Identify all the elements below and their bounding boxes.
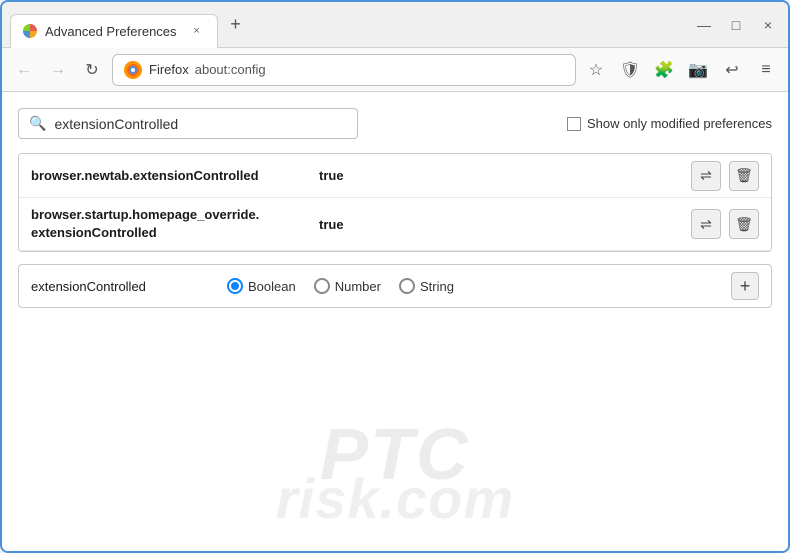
new-pref-name: extensionControlled (31, 279, 211, 294)
show-modified-option[interactable]: Show only modified preferences (567, 116, 772, 131)
site-name: Firefox (149, 62, 189, 77)
radio-string-label: String (420, 279, 454, 294)
firefox-logo-icon (123, 60, 143, 80)
pref-value-2: true (319, 217, 344, 232)
address-bar[interactable]: Firefox about:config (112, 54, 576, 86)
shield-icon[interactable]: 🛡 (616, 56, 644, 84)
minimize-button[interactable]: — (692, 13, 716, 37)
radio-number[interactable]: Number (314, 278, 381, 294)
pref-actions-2: ⇌ 🗑 (691, 209, 759, 239)
radio-number-label: Number (335, 279, 381, 294)
swap-button-2[interactable]: ⇌ (691, 209, 721, 239)
table-row: browser.newtab.extensionControlled true … (19, 154, 771, 198)
search-input[interactable] (54, 116, 347, 132)
nav-bar: ← → ↻ Firefox about:config ☆ 🛡 🧩 📷 ↩ ≡ (2, 48, 788, 92)
window-controls: — □ × (692, 13, 780, 37)
trash-icon-1: 🗑 (735, 167, 753, 184)
pref-name-2: browser.startup.homepage_override. exten… (31, 206, 311, 242)
type-radio-group: Boolean Number String (227, 278, 454, 294)
new-tab-button[interactable]: + (222, 11, 250, 39)
preferences-table: browser.newtab.extensionControlled true … (18, 153, 772, 252)
browser-window: Advanced Preferences × + — □ × ← → ↻ Fir… (0, 0, 790, 553)
url-display: about:config (195, 62, 266, 77)
radio-boolean-inner (231, 282, 239, 290)
search-container: 🔍 Show only modified preferences (18, 108, 772, 139)
close-button[interactable]: × (756, 13, 780, 37)
page-content: PTC risk.com 🔍 Show only modified prefer… (2, 92, 788, 551)
pref-value-1: true (319, 168, 344, 183)
refresh-button[interactable]: ↻ (78, 56, 106, 84)
forward-button[interactable]: → (44, 56, 72, 84)
extension-icon[interactable]: 🧩 (650, 56, 678, 84)
bookmark-icon[interactable]: ☆ (582, 56, 610, 84)
search-icon: 🔍 (29, 115, 46, 132)
pref-actions-1: ⇌ 🗑 (691, 161, 759, 191)
search-box[interactable]: 🔍 (18, 108, 358, 139)
pref-name-2-line1: browser.startup.homepage_override. (31, 207, 259, 222)
delete-button-2[interactable]: 🗑 (729, 209, 759, 239)
nav-icons-group: ☆ 🛡 🧩 📷 ↩ ≡ (582, 56, 780, 84)
pref-name-1: browser.newtab.extensionControlled (31, 168, 311, 183)
show-modified-label: Show only modified preferences (587, 116, 772, 131)
tab-title: Advanced Preferences (45, 24, 177, 39)
radio-boolean[interactable]: Boolean (227, 278, 296, 294)
trash-icon-2: 🗑 (735, 216, 753, 233)
add-preference-button[interactable]: + (731, 272, 759, 300)
swap-button-1[interactable]: ⇌ (691, 161, 721, 191)
radio-string-outer (399, 278, 415, 294)
menu-icon[interactable]: ≡ (752, 56, 780, 84)
radio-boolean-outer (227, 278, 243, 294)
title-bar: Advanced Preferences × + — □ × (2, 2, 788, 48)
table-row: browser.startup.homepage_override. exten… (19, 198, 771, 251)
radio-boolean-label: Boolean (248, 279, 296, 294)
tab-favicon (23, 24, 37, 38)
radio-number-outer (314, 278, 330, 294)
show-modified-checkbox[interactable] (567, 117, 581, 131)
maximize-button[interactable]: □ (724, 13, 748, 37)
delete-button-1[interactable]: 🗑 (729, 161, 759, 191)
active-tab[interactable]: Advanced Preferences × (10, 14, 218, 48)
new-preference-row: extensionControlled Boolean Number Strin… (18, 264, 772, 308)
pref-name-2-line2: extensionControlled (31, 225, 157, 240)
history-icon[interactable]: ↩ (718, 56, 746, 84)
tab-area: Advanced Preferences × + (10, 2, 684, 47)
watermark-line2: risk.com (276, 466, 514, 531)
camera-icon[interactable]: 📷 (684, 56, 712, 84)
tab-close-button[interactable]: × (189, 23, 205, 39)
back-button[interactable]: ← (10, 56, 38, 84)
watermark-line1: PTC (320, 419, 470, 491)
radio-string[interactable]: String (399, 278, 454, 294)
